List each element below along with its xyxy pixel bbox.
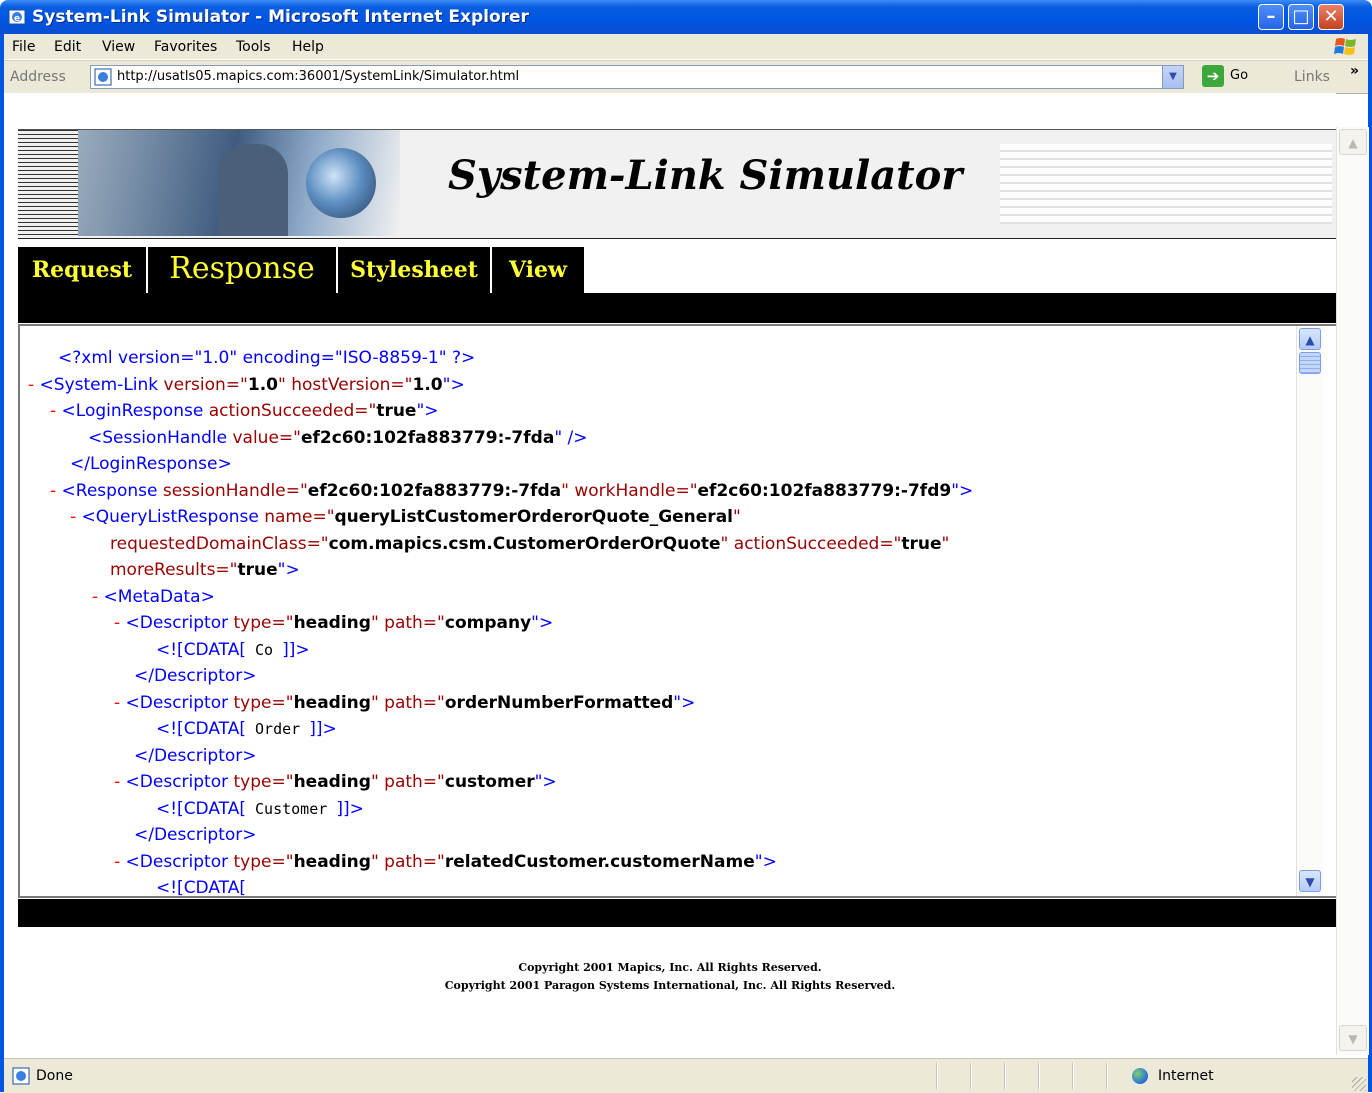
menu-favorites[interactable]: Favorites	[154, 39, 217, 55]
status-divider	[1038, 1063, 1040, 1089]
xml-line: </Descriptor>	[134, 825, 257, 845]
tab-view[interactable]: View	[492, 247, 584, 293]
response-scrollbar[interactable]: ▲ ▼	[1296, 326, 1323, 896]
response-frame[interactable]: <?xml version="1.0" encoding="ISO-8859-1…	[18, 324, 1336, 898]
xml-line: - <Response sessionHandle="ef2c60:102fa8…	[50, 480, 974, 501]
maximize-icon: □	[1292, 6, 1310, 27]
page-scroll-down-icon[interactable]: ▼	[1339, 1025, 1367, 1051]
address-label: Address	[10, 69, 66, 85]
resize-grip-icon[interactable]	[1352, 1077, 1366, 1091]
xml-declaration: <?xml version="1.0" encoding="ISO-8859-1…	[58, 348, 476, 368]
address-bar: Address http://usatls05.mapics.com:36001…	[4, 60, 1368, 94]
page-icon	[94, 68, 112, 86]
xml-line: <![CDATA[	[156, 878, 246, 898]
collapse-toggle[interactable]: -	[50, 481, 56, 501]
menu-bar: File Edit View Favorites Tools Help	[4, 34, 1368, 60]
status-divider	[970, 1063, 972, 1089]
ie-icon: e	[8, 9, 26, 25]
page-scrollbar[interactable]: ▲ ▼	[1336, 127, 1369, 1055]
internet-zone-icon	[1132, 1068, 1148, 1084]
xml-line: - <LoginResponse actionSucceeded="true">	[50, 401, 439, 421]
tab-strip: Request Response Stylesheet View	[18, 247, 584, 293]
page-done-icon	[12, 1067, 30, 1085]
status-text: Done	[36, 1068, 73, 1084]
minimize-icon: –	[1266, 6, 1276, 27]
xml-line: <![CDATA[ Order ]]>	[156, 719, 337, 739]
scroll-thumb[interactable]	[1299, 352, 1321, 374]
svg-text:e: e	[14, 14, 20, 24]
copyright-line-2: Copyright 2001 Paragon Systems Internati…	[444, 979, 896, 992]
web-page: System-Link Simulator Request Response S…	[4, 93, 1336, 1055]
banner: System-Link Simulator	[18, 129, 1336, 240]
xml-line: moreResults="true">	[110, 560, 300, 580]
page-title: System-Link Simulator	[448, 152, 963, 199]
window-titlebar[interactable]: e System-Link Simulator - Microsoft Inte…	[0, 0, 1372, 34]
status-divider	[936, 1063, 938, 1089]
menu-view[interactable]: View	[102, 39, 135, 55]
copyright-line-1: Copyright 2001 Mapics, Inc. All Rights R…	[518, 961, 822, 974]
xml-line: <![CDATA[ Co ]]>	[156, 639, 310, 660]
menu-edit[interactable]: Edit	[54, 39, 81, 55]
xml-line: - <Descriptor type="heading" path="order…	[114, 692, 696, 713]
tab-stylesheet[interactable]: Stylesheet	[338, 247, 492, 293]
xml-line: </LoginResponse>	[70, 454, 232, 474]
xml-line: <?xml version="1.0" encoding="ISO-8859-1…	[28, 348, 1298, 375]
xml-line: <SessionHandle value="ef2c60:102fa883779…	[88, 427, 588, 448]
xml-line: - <Descriptor type="heading" path="compa…	[114, 613, 554, 633]
collapse-toggle[interactable]: -	[92, 587, 98, 607]
menu-help[interactable]: Help	[292, 39, 324, 55]
status-divider	[1106, 1063, 1108, 1089]
window-title: System-Link Simulator - Microsoft Intern…	[32, 7, 529, 27]
xml-line: - <System-Link version="1.0" hostVersion…	[28, 374, 465, 395]
tab-underline-band	[18, 293, 1336, 323]
collapse-toggle[interactable]: -	[114, 693, 120, 713]
banner-lines	[1000, 144, 1332, 224]
page-scroll-up-icon[interactable]: ▲	[1339, 129, 1367, 155]
xml-line: requestedDomainClass="com.mapics.csm.Cus…	[110, 533, 950, 554]
status-bar: Done Internet	[4, 1058, 1368, 1093]
address-dropdown-icon[interactable]: ▼	[1162, 66, 1183, 88]
collapse-toggle[interactable]: -	[114, 772, 120, 792]
collapse-toggle[interactable]: -	[70, 507, 76, 527]
maximize-button[interactable]: □	[1288, 4, 1314, 30]
links-label[interactable]: Links	[1294, 69, 1330, 85]
banner-figure	[218, 144, 288, 236]
xml-line: <![CDATA[ Customer ]]>	[156, 798, 364, 819]
go-arrow-icon: ➔	[1202, 65, 1224, 87]
collapse-toggle[interactable]: -	[114, 852, 120, 872]
banner-stripes	[18, 130, 78, 238]
zone-text: Internet	[1158, 1068, 1214, 1084]
collapse-toggle[interactable]: -	[28, 375, 34, 395]
menu-file[interactable]: File	[12, 39, 35, 55]
tab-bar: Request Response Stylesheet View	[18, 239, 1336, 323]
collapse-toggle[interactable]: -	[114, 613, 120, 633]
xml-line: - <Descriptor type="heading" path="custo…	[114, 772, 557, 792]
globe-icon	[306, 148, 376, 218]
status-divider	[1072, 1063, 1074, 1089]
tab-request[interactable]: Request	[18, 247, 148, 293]
xml-line: </Descriptor>	[134, 745, 257, 766]
scroll-up-icon[interactable]: ▲	[1299, 328, 1321, 350]
xml-tree: <?xml version="1.0" encoding="ISO-8859-1…	[28, 348, 1298, 898]
go-button[interactable]: ➔ Go	[1202, 65, 1264, 87]
windows-logo-icon	[1334, 38, 1356, 55]
address-input[interactable]: http://usatls05.mapics.com:36001/SystemL…	[90, 65, 1184, 89]
scroll-down-icon[interactable]: ▼	[1299, 870, 1321, 892]
xml-line: - <QueryListResponse name="queryListCust…	[70, 507, 741, 527]
go-label: Go	[1230, 68, 1249, 83]
address-url: http://usatls05.mapics.com:36001/SystemL…	[117, 69, 520, 84]
minimize-button[interactable]: –	[1258, 4, 1284, 30]
tab-response[interactable]: Response	[148, 247, 338, 293]
xml-line: </Descriptor>	[134, 666, 257, 686]
footer-band	[18, 899, 1336, 927]
xml-line: - <MetaData>	[92, 586, 215, 607]
xml-line: - <Descriptor type="heading" path="relat…	[114, 851, 777, 872]
close-button[interactable]: ✕	[1318, 4, 1344, 30]
status-divider	[1004, 1063, 1006, 1089]
close-icon: ✕	[1323, 6, 1339, 27]
links-chevron-icon[interactable]: »	[1350, 63, 1359, 79]
collapse-toggle[interactable]: -	[50, 401, 56, 421]
menu-tools[interactable]: Tools	[236, 39, 271, 55]
